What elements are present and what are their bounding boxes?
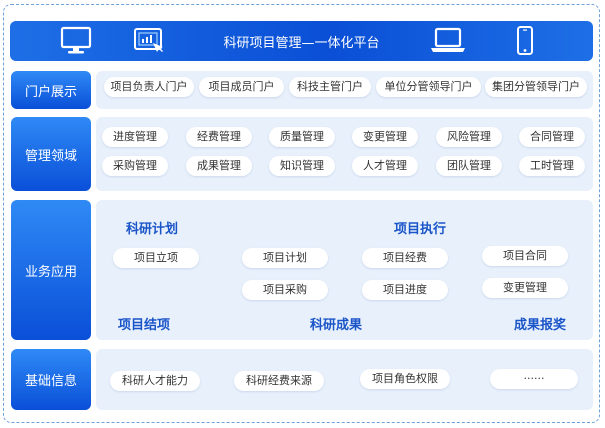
business-item[interactable]: 项目立项 xyxy=(113,248,199,268)
portal-item[interactable]: 科技主管门户 xyxy=(289,77,371,97)
row-label-business: 业务应用 xyxy=(11,200,91,340)
portal-item[interactable]: 集团分管领导门户 xyxy=(485,77,587,97)
management-item[interactable]: 合同管理 xyxy=(519,127,585,147)
management-item[interactable]: 进度管理 xyxy=(102,127,168,147)
management-item[interactable]: 质量管理 xyxy=(269,127,335,147)
basic-panel: 科研人才能力 科研经费来源 项目角色权限 ...... xyxy=(96,349,593,410)
business-panel: 科研计划 项目执行 项目立项 项目计划 项目经费 项目合同 项目采购 项目进度 … xyxy=(96,200,593,340)
management-panel: 进度管理 经费管理 质量管理 变更管理 风险管理 合同管理 采购管理 成果管理 … xyxy=(96,117,593,191)
phone-icon xyxy=(517,26,533,55)
basic-item[interactable]: 科研经费来源 xyxy=(234,371,324,391)
business-item[interactable]: 变更管理 xyxy=(482,278,568,298)
portal-item[interactable]: 单位分管领导门户 xyxy=(376,77,481,97)
management-item[interactable]: 经费管理 xyxy=(186,127,252,147)
row-label-basic: 基础信息 xyxy=(11,349,91,410)
section-title-research-plan: 科研计划 xyxy=(126,222,179,237)
basic-item[interactable]: 科研人才能力 xyxy=(110,371,200,391)
management-item[interactable]: 工时管理 xyxy=(519,156,585,176)
basic-item-more[interactable]: ...... xyxy=(490,369,578,389)
management-item[interactable]: 变更管理 xyxy=(352,127,418,147)
basic-item[interactable]: 项目角色权限 xyxy=(360,369,450,389)
laptop-icon xyxy=(431,27,465,52)
section-title-project-execution: 项目执行 xyxy=(394,222,447,237)
business-item[interactable]: 项目采购 xyxy=(242,280,328,300)
row-label-management: 管理领域 xyxy=(11,117,91,191)
section-title-project-closing: 项目结项 xyxy=(118,318,171,333)
portal-item[interactable]: 项目成员门户 xyxy=(199,77,284,97)
management-item[interactable]: 成果管理 xyxy=(186,156,252,176)
management-item[interactable]: 团队管理 xyxy=(436,156,502,176)
portal-panel: 项目负责人门户 项目成员门户 科技主管门户 单位分管领导门户 集团分管领导门户 xyxy=(96,71,593,109)
business-item[interactable]: 项目进度 xyxy=(362,280,448,300)
management-item[interactable]: 人才管理 xyxy=(352,156,418,176)
row-label-portal: 门户展示 xyxy=(11,71,91,109)
page-title: 科研项目管理—一体化平台 xyxy=(223,36,380,51)
header-banner: 科研项目管理—一体化平台 xyxy=(10,21,593,61)
business-item[interactable]: 项目经费 xyxy=(362,248,448,268)
section-title-award-application: 成果报奖 xyxy=(514,318,567,333)
management-item[interactable]: 采购管理 xyxy=(102,156,168,176)
management-item[interactable]: 风险管理 xyxy=(436,127,502,147)
management-item[interactable]: 知识管理 xyxy=(269,156,335,176)
portal-item[interactable]: 项目负责人门户 xyxy=(104,77,194,97)
business-item[interactable]: 项目计划 xyxy=(242,248,328,268)
section-title-research-results: 科研成果 xyxy=(310,318,363,333)
business-item[interactable]: 项目合同 xyxy=(482,246,568,266)
